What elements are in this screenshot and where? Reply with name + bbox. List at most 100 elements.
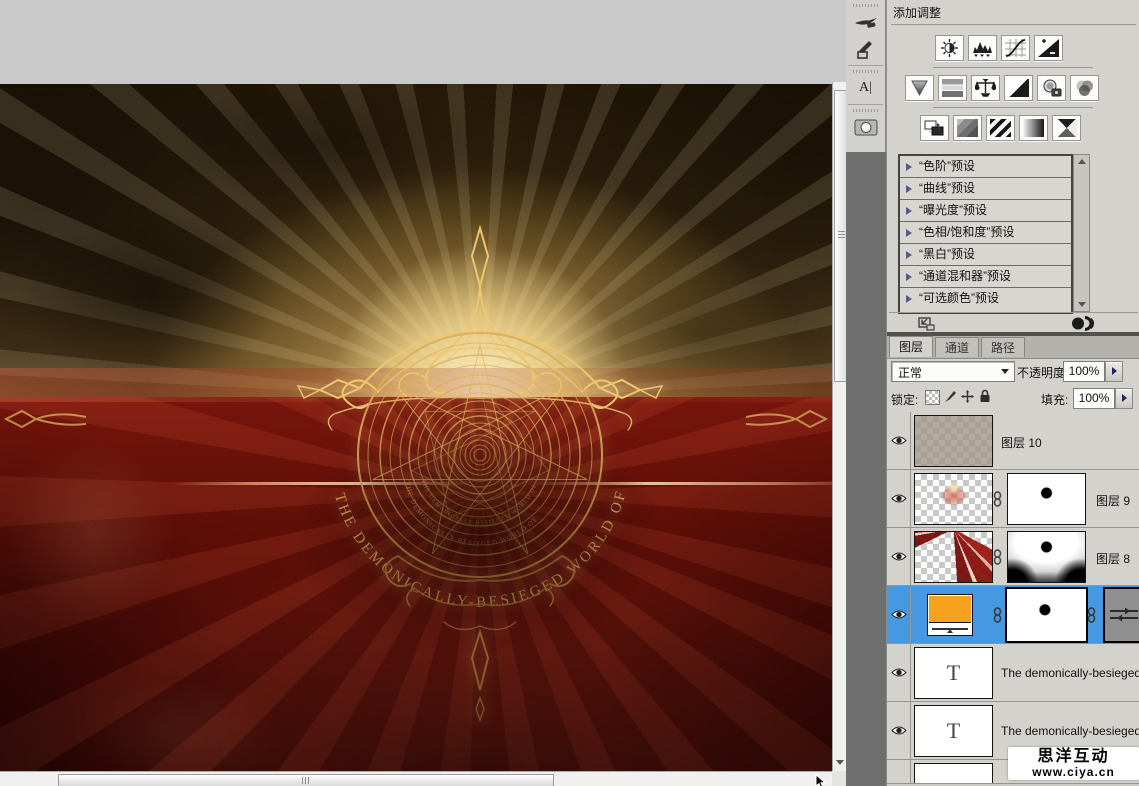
layer-name[interactable]: 图层 10 xyxy=(1001,434,1042,451)
expand-triangle-icon[interactable] xyxy=(906,295,912,303)
character-panel-icon: A| xyxy=(859,80,872,96)
photo-filter-button[interactable] xyxy=(1037,75,1066,101)
scroll-down-arrow[interactable] xyxy=(834,756,846,769)
fill-slider-button[interactable] xyxy=(1115,388,1133,409)
adjustment-thumbnail[interactable] xyxy=(1103,587,1139,643)
preset-hue-saturation[interactable]: “色相/饱和度”预设 xyxy=(900,222,1071,244)
eye-icon[interactable] xyxy=(891,667,907,678)
scroll-down-arrow[interactable] xyxy=(1078,302,1086,307)
layer-thumbnail[interactable] xyxy=(914,415,993,467)
eye-icon[interactable] xyxy=(891,725,907,736)
layer-row[interactable]: 图层 8 xyxy=(887,528,1139,586)
layer-name[interactable]: The demonically-besieged wo xyxy=(1001,666,1139,680)
blend-mode-dropdown[interactable]: 正常 xyxy=(891,361,1015,382)
expand-triangle-icon[interactable] xyxy=(906,207,912,215)
visibility-cell[interactable] xyxy=(887,412,911,469)
lock-all-icon[interactable] xyxy=(979,389,991,403)
layer-row[interactable]: T The demonically-besieged wo xyxy=(887,644,1139,702)
dock-grip[interactable] xyxy=(853,4,879,7)
opacity-slider-button[interactable] xyxy=(1105,361,1123,382)
exposure-button[interactable] xyxy=(1034,35,1063,61)
lock-paint-icon[interactable] xyxy=(944,390,957,403)
fill-input[interactable]: 100% xyxy=(1073,388,1115,409)
preset-list-scrollbar[interactable] xyxy=(1073,154,1090,312)
brightness-contrast-button[interactable] xyxy=(935,35,964,61)
clone-source-panel-button[interactable] xyxy=(849,36,883,62)
channel-mixer-button[interactable] xyxy=(1070,75,1099,101)
invert-button[interactable] xyxy=(920,115,949,141)
layer-mask-thumbnail[interactable] xyxy=(1007,531,1086,583)
preset-levels[interactable]: “色阶”预设 xyxy=(900,156,1071,178)
layer-name[interactable]: 图层 9 xyxy=(1096,492,1130,509)
eye-icon[interactable] xyxy=(891,435,907,446)
expand-triangle-icon[interactable] xyxy=(906,185,912,193)
blend-opacity-row: 正常 不透明度: 100% xyxy=(887,359,1139,385)
text-layer-thumbnail[interactable]: T xyxy=(914,705,993,757)
layer-thumbnail[interactable] xyxy=(914,473,993,525)
opacity-input[interactable]: 100% xyxy=(1063,361,1105,382)
visibility-cell[interactable] xyxy=(887,528,911,585)
layer-mask-thumbnail[interactable] xyxy=(1007,473,1086,525)
preset-channel-mixer[interactable]: “通道混和器”预设 xyxy=(900,266,1071,288)
preset-exposure[interactable]: “曝光度”预设 xyxy=(900,200,1071,222)
text-layer-thumbnail[interactable]: T xyxy=(914,647,993,699)
clip-to-layer-button[interactable] xyxy=(1071,316,1094,331)
gradient-fill-thumbnail[interactable] xyxy=(927,594,973,636)
mask-link-icon[interactable] xyxy=(993,607,1002,623)
mask-link-icon[interactable] xyxy=(993,549,1002,565)
scrollbar-grip xyxy=(302,777,311,784)
threshold-button[interactable] xyxy=(986,115,1015,141)
black-white-button[interactable] xyxy=(1004,75,1033,101)
canvas-vertical-scrollbar[interactable] xyxy=(832,82,847,771)
canvas-horizontal-scrollbar[interactable] xyxy=(0,771,832,786)
levels-button[interactable] xyxy=(968,35,997,61)
mask-link-icon[interactable] xyxy=(1087,607,1096,623)
tab-paths[interactable]: 路径 xyxy=(981,337,1025,357)
panel-tab-bar: 图层通道路径 xyxy=(887,336,1139,359)
layer-name[interactable]: The demonically-besieged wo xyxy=(1001,724,1139,738)
layer-row-selected[interactable] xyxy=(887,586,1139,644)
scroll-up-arrow[interactable] xyxy=(1078,159,1086,164)
eye-icon[interactable] xyxy=(891,609,907,620)
horizontal-scrollbar-thumb[interactable] xyxy=(58,774,554,786)
lock-fill-row: 锁定: 填充: 100% xyxy=(887,386,1139,410)
layer-mask-thumbnail-selected[interactable] xyxy=(1005,587,1088,643)
lock-transparent-icon[interactable] xyxy=(925,390,940,405)
eye-icon[interactable] xyxy=(891,493,907,504)
eye-icon[interactable] xyxy=(891,551,907,562)
vibrance-button[interactable] xyxy=(905,75,934,101)
curves-button[interactable] xyxy=(1001,35,1030,61)
visibility-cell[interactable] xyxy=(887,586,911,643)
expanded-view-button[interactable] xyxy=(918,317,935,331)
lock-move-icon[interactable] xyxy=(961,390,974,403)
vibrance-icon xyxy=(909,79,930,97)
visibility-cell[interactable] xyxy=(887,470,911,527)
expand-triangle-icon[interactable] xyxy=(906,163,912,171)
document-canvas[interactable]: THE DEMONICALLY-BESIEGED WORLD OF THE DE… xyxy=(0,84,832,771)
tab-channels[interactable]: 通道 xyxy=(935,337,979,357)
expand-triangle-icon[interactable] xyxy=(906,251,912,259)
preset-black-white[interactable]: “黑白”预设 xyxy=(900,244,1071,266)
layer-row[interactable]: 图层 10 xyxy=(887,412,1139,470)
layer-row[interactable]: 图层 9 xyxy=(887,470,1139,528)
character-panel-button[interactable]: A| xyxy=(849,75,883,101)
visibility-cell[interactable] xyxy=(887,702,911,759)
masks-panel-button[interactable] xyxy=(849,114,883,140)
dock-grip[interactable] xyxy=(853,70,879,73)
gradient-map-button[interactable] xyxy=(1019,115,1048,141)
visibility-cell[interactable] xyxy=(887,644,911,701)
posterize-button[interactable] xyxy=(953,115,982,141)
dock-grip[interactable] xyxy=(853,109,879,112)
expand-triangle-icon[interactable] xyxy=(906,229,912,237)
layer-name[interactable]: 图层 8 xyxy=(1096,550,1130,567)
mask-link-icon[interactable] xyxy=(993,491,1002,507)
selective-color-button[interactable] xyxy=(1052,115,1081,141)
brush-panel-button[interactable] xyxy=(849,9,883,35)
tab-layers[interactable]: 图层 xyxy=(889,336,933,357)
layer-thumbnail[interactable] xyxy=(914,531,993,583)
color-balance-button[interactable] xyxy=(971,75,1000,101)
preset-curves[interactable]: “曲线”预设 xyxy=(900,178,1071,200)
preset-selective-color[interactable]: “可选颜色”预设 xyxy=(900,288,1071,309)
expand-triangle-icon[interactable] xyxy=(906,273,912,281)
hue-saturation-button[interactable] xyxy=(938,75,967,101)
